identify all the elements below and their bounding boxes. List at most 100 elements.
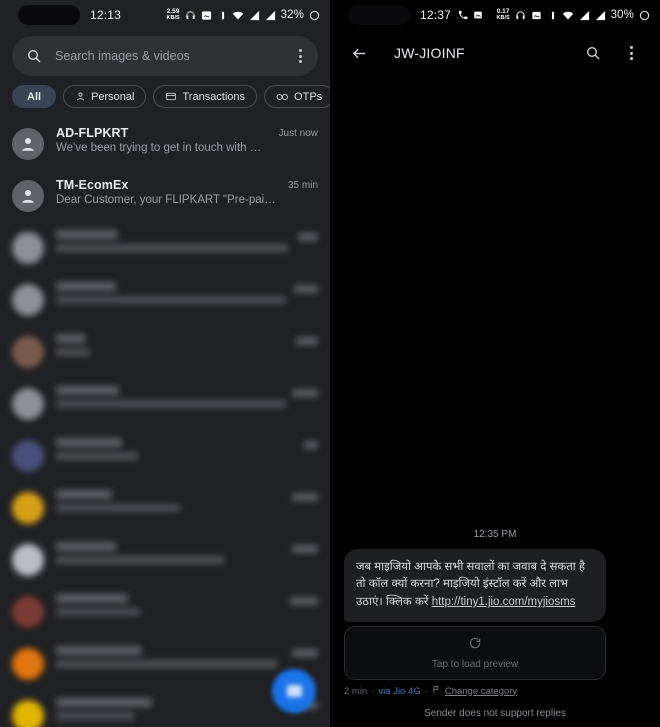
more-vert-icon[interactable] bbox=[614, 36, 648, 70]
chip-transactions[interactable]: Transactions bbox=[153, 85, 258, 108]
credit-card-icon bbox=[165, 91, 177, 102]
chip-personal[interactable]: Personal bbox=[63, 85, 147, 108]
list-item-body bbox=[56, 386, 286, 408]
right-phone-screen: 12:37 0.17 KB/S 30% JW-JIOINF 12:35 PM ज… bbox=[330, 0, 660, 727]
message-snippet: Dear Customer, your FLIPKART "Pre-paid" … bbox=[56, 194, 276, 206]
list-item[interactable]: AD-FLPKRT We've been trying to get in to… bbox=[0, 117, 330, 169]
change-category-link[interactable]: Change category bbox=[445, 686, 517, 697]
message-snippet: We've been trying to get in touch with y… bbox=[56, 142, 267, 154]
list-item-body: TM-EcomEx Dear Customer, your FLIPKART "… bbox=[56, 178, 276, 206]
headphones-icon bbox=[515, 10, 526, 21]
preview-placeholder-label: Tap to load preview bbox=[431, 659, 519, 670]
avatar bbox=[12, 128, 44, 160]
more-vert-icon[interactable] bbox=[291, 45, 310, 67]
search-icon[interactable] bbox=[576, 36, 610, 70]
sender-support-note: Sender does not support replies bbox=[424, 708, 566, 719]
message-snippet bbox=[56, 608, 140, 616]
page-title: JW-JIOINF bbox=[394, 45, 465, 61]
conversation-list[interactable]: AD-FLPKRT We've been trying to get in to… bbox=[0, 117, 330, 727]
signal-sim1-icon bbox=[249, 10, 260, 21]
message-snippet bbox=[56, 244, 288, 252]
vibrate-icon bbox=[547, 10, 557, 21]
arrow-back-icon[interactable] bbox=[342, 36, 376, 70]
list-item[interactable] bbox=[0, 481, 330, 533]
message-bubble[interactable]: जब माइजियो आपके सभी सवालों का जवाब दे सक… bbox=[344, 548, 606, 622]
chip-label: Personal bbox=[91, 90, 135, 103]
message-meta-row[interactable]: 2 min · via Jio 4G · Change category bbox=[344, 685, 646, 697]
list-item[interactable] bbox=[0, 377, 330, 429]
chip-all[interactable]: All bbox=[12, 85, 57, 108]
list-item[interactable] bbox=[0, 585, 330, 637]
refresh-icon bbox=[468, 636, 482, 655]
avatar bbox=[12, 648, 44, 680]
battery-icon bbox=[309, 10, 320, 21]
timestamp: 35 min bbox=[287, 180, 318, 191]
list-item[interactable] bbox=[0, 429, 330, 481]
message-snippet bbox=[56, 712, 134, 720]
screenshot-icon bbox=[473, 10, 483, 20]
avatar bbox=[12, 492, 44, 524]
filter-chip-row[interactable]: All Personal Transactions OTPs bbox=[0, 76, 330, 117]
list-item[interactable]: TM-EcomEx Dear Customer, your FLIPKART "… bbox=[0, 169, 330, 221]
search-input[interactable]: Search images & videos bbox=[55, 49, 291, 63]
avatar bbox=[12, 284, 44, 316]
timestamp bbox=[294, 285, 318, 293]
flag-icon bbox=[432, 685, 441, 697]
message-snippet bbox=[56, 400, 286, 408]
sender-name bbox=[56, 542, 116, 551]
meta-timestamp: 2 min bbox=[344, 685, 368, 697]
message-link[interactable]: http://tiny1.jio.com/myjiosms bbox=[432, 596, 576, 608]
wifi-icon bbox=[232, 10, 244, 21]
call-icon bbox=[458, 10, 468, 20]
message-snippet bbox=[56, 348, 90, 356]
search-icon bbox=[26, 48, 42, 64]
signal-sim1-icon bbox=[579, 10, 590, 21]
meta-sep: · bbox=[371, 685, 375, 697]
search-bar[interactable]: Search images & videos bbox=[12, 36, 318, 76]
chip-otps[interactable]: OTPs bbox=[264, 85, 330, 108]
avatar bbox=[12, 440, 44, 472]
battery-percent-label: 30% bbox=[610, 9, 634, 21]
sender-name bbox=[56, 698, 152, 707]
message-snippet bbox=[56, 504, 180, 512]
person-icon bbox=[75, 91, 86, 102]
avatar bbox=[12, 596, 44, 628]
list-item[interactable] bbox=[0, 273, 330, 325]
sender-name bbox=[56, 334, 86, 343]
avatar bbox=[12, 544, 44, 576]
list-item-body bbox=[56, 698, 280, 720]
list-item-body bbox=[56, 230, 288, 252]
list-item-body bbox=[56, 438, 292, 460]
left-status-bar: 12:13 2.59 KB/S 32% bbox=[0, 0, 330, 30]
list-item[interactable] bbox=[0, 325, 330, 377]
conversation-app-bar: JW-JIOINF bbox=[330, 30, 660, 76]
timestamp bbox=[296, 337, 318, 345]
blurred-conversation-group[interactable] bbox=[0, 221, 330, 727]
sender-name bbox=[56, 438, 122, 447]
sender-name bbox=[56, 594, 128, 603]
timestamp: Just now bbox=[278, 128, 318, 139]
list-item-body bbox=[56, 282, 286, 304]
net-speed-icon: 0.17 KB/S bbox=[496, 8, 510, 21]
vibrate-icon bbox=[217, 10, 227, 21]
wifi-icon bbox=[562, 10, 574, 21]
list-item[interactable] bbox=[0, 221, 330, 273]
timestamp bbox=[292, 649, 318, 657]
sender-name bbox=[56, 230, 118, 239]
timestamp bbox=[290, 597, 318, 605]
avatar bbox=[12, 232, 44, 264]
avatar bbox=[12, 180, 44, 212]
list-item[interactable] bbox=[0, 533, 330, 585]
link-preview-card[interactable]: Tap to load preview bbox=[344, 626, 606, 680]
net-speed-icon: 2.59 KB/S bbox=[166, 8, 180, 21]
timestamp bbox=[298, 233, 318, 241]
battery-icon bbox=[639, 10, 650, 21]
compose-fab[interactable] bbox=[272, 669, 316, 713]
chip-label: All bbox=[27, 90, 42, 103]
status-clock: 12:37 bbox=[420, 8, 452, 22]
sender-name bbox=[56, 646, 142, 655]
meta-network-label: via Jio 4G bbox=[378, 685, 421, 697]
list-item-body bbox=[56, 334, 284, 356]
chip-label: OTPs bbox=[294, 90, 323, 103]
timestamp bbox=[292, 493, 318, 501]
